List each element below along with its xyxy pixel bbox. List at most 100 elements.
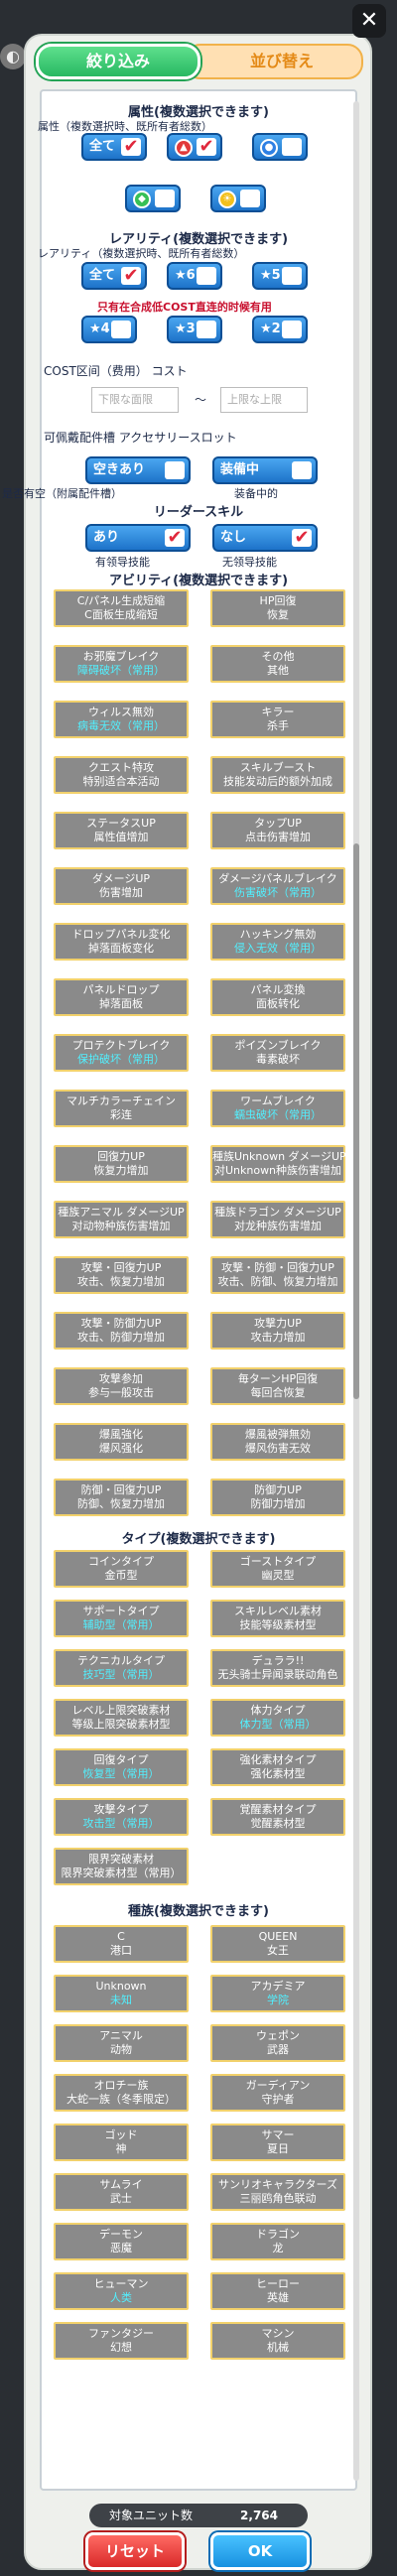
ability-chip[interactable]: 種族ドラゴン ダメージUP 对龙种族伤害增加 [210,1201,345,1238]
type-chip[interactable]: コインタイプ 金币型 [54,1550,189,1588]
ability-chip[interactable]: ドロップパネル変化 掉落面板变化 [54,923,189,961]
cost-min-field[interactable]: 下限な面限 [91,387,179,413]
rarity-5-checkbox[interactable]: ★5 [252,262,308,290]
attr-water-checkbox[interactable]: ● [252,133,308,161]
race-chip[interactable]: サマー 夏日 [210,2124,345,2161]
scrollbar-thumb[interactable] [353,843,359,1399]
rarity-4-checkbox[interactable]: ★4 [81,316,137,343]
ability-chip[interactable]: パネルドロップ 掉落面板 [54,978,189,1016]
type-chip[interactable]: 覚醒素材タイプ 觉醒素材型 [210,1798,345,1836]
race-chip[interactable]: ヒューマン 人类 [54,2272,189,2310]
type-chip[interactable]: レベル上限突破素材 等级上限突破素材型 [54,1699,189,1737]
ability-chip[interactable]: お邪魔ブレイク 障碍破坏（常用） [54,645,189,683]
race-chip[interactable]: ファンタジー 幻想 [54,2322,189,2360]
ability-chip[interactable]: タップUP 点击伤害增加 [210,812,345,849]
ability-chip[interactable]: ウィルス無効 病毒无效（常用） [54,701,189,738]
ability-chip[interactable]: 種族アニマル ダメージUP 对动物种族伤害增加 [54,1201,189,1238]
type-chip[interactable]: 強化素材タイプ 强化素材型 [210,1748,345,1786]
tab-filter[interactable]: 絞り込み [36,44,200,79]
race-chip[interactable]: QUEEN 女王 [210,1925,345,1963]
ability-chip[interactable]: キラー 杀手 [210,701,345,738]
ok-button[interactable]: OK [210,2532,310,2570]
leader-no-label: なし [220,530,247,545]
accessory-free-checkbox[interactable]: 空きあり [85,456,191,484]
ability-chip[interactable]: ダメージパネルブレイク 伤害破坏（常用） [210,867,345,905]
type-chip[interactable]: テクニカルタイプ 技巧型（常用） [54,1649,189,1687]
ability-chip[interactable]: 爆風強化 爆风强化 [54,1423,189,1461]
ability-chip[interactable]: 防御力UP 防御力增加 [210,1479,345,1516]
race-chip[interactable]: ウェポン 武器 [210,2024,345,2062]
reset-button[interactable]: リセット [85,2532,185,2570]
ability-chip[interactable]: ダメージUP 伤害增加 [54,867,189,905]
cost-max-field[interactable]: 上限な上限 [220,387,308,413]
ability-chip[interactable]: 攻撃参加 参与一般攻击 [54,1367,189,1405]
race-chip[interactable]: ゴッド神 [54,2124,189,2161]
ability-chip[interactable]: パネル変換 面板转化 [210,978,345,1016]
race-chip[interactable]: アカデミア 学院 [210,1975,345,2012]
ability-chip[interactable]: 毎ターンHP回復 每回合恢复 [210,1367,345,1405]
ability-chip[interactable]: 攻撃・防御・回復力UP 攻击、防御、恢复力增加 [210,1256,345,1294]
race-chip[interactable]: マシン 机械 [210,2322,345,2360]
leader-yes-label: あり [93,530,120,545]
rarity-6-checkbox[interactable]: ★6 [167,262,222,290]
type-chip[interactable]: スキルレベル素材 技能等级素材型 [210,1600,345,1637]
attr-all-checkbox[interactable]: 全て ✔ [81,133,147,161]
race-chip[interactable]: ヒーロー 英雄 [210,2272,345,2310]
type-chip[interactable]: 限界突破素材 限界突破素材型（常用） [54,1848,189,1885]
race-chip[interactable]: C 港口 [54,1925,189,1963]
ability-chip[interactable]: ポイズンブレイク 毒素破坏 [210,1034,345,1072]
leader-no-checkbox[interactable]: なし ✔ [212,524,318,552]
chip-title: プロテクトブレイク [71,1039,171,1052]
ability-chip[interactable]: マルチカラーチェイン 彩连 [54,1090,189,1127]
accessory-sub-left: 是否有空（附属配件槽） [2,487,122,500]
chip-title: タップUP [254,817,302,830]
attr-wind-checkbox[interactable]: ◆ [125,185,181,212]
ability-chip[interactable]: 攻撃力UP 攻击力增加 [210,1312,345,1350]
type-chip[interactable]: デュララ!! 无头骑士异闻录联动角色 [210,1649,345,1687]
race-chip[interactable]: オロチー族 大蛇一族（冬季限定） [54,2074,189,2112]
rarity-3-checkbox[interactable]: ★3 [167,316,222,343]
attr-fire-checkbox[interactable]: ▲ ✔ [167,133,222,161]
type-chip[interactable]: サポートタイプ 辅助型（常用） [54,1600,189,1637]
ability-chip[interactable]: 攻撃・防御力UP 攻击、防御力增加 [54,1312,189,1350]
race-chip[interactable]: ガーディアン 守护者 [210,2074,345,2112]
close-button[interactable]: ✕ [352,4,386,38]
ability-chip[interactable]: その他 其他 [210,645,345,683]
ability-chip[interactable]: ワームブレイク 蠕虫破坏（常用） [210,1090,345,1127]
ability-chip[interactable]: ステータスUP 属性值增加 [54,812,189,849]
chip-title: 爆風強化 [99,1428,143,1441]
race-chip[interactable]: デーモン 恶魔 [54,2223,189,2260]
ability-chip[interactable]: 爆風被弾無効 爆风伤害无效 [210,1423,345,1461]
ability-chip[interactable]: 回復力UP 恢复力增加 [54,1145,189,1183]
empty-box-icon [111,321,131,338]
chip-title: パネルドロップ [82,983,160,996]
attr-light-checkbox[interactable]: ☀ [210,185,266,212]
rarity-all-checkbox[interactable]: 全て ✔ [81,262,147,290]
ability-chip[interactable]: 種族Unknown ダメージUP 对Unknown种族伤害增加 [210,1145,346,1183]
ability-chip[interactable]: クエスト特攻 特别适合本活动 [54,756,189,794]
chip-title: アニマル [99,2029,143,2042]
tab-sort[interactable]: 並び替え [185,44,363,79]
type-chip[interactable]: 攻撃タイプ 攻击型（常用） [54,1798,189,1836]
race-chip[interactable]: アニマル 动物 [54,2024,189,2062]
empty-box-icon [197,267,216,285]
race-chip[interactable]: サンリオキャラクターズ 三丽鸥角色联动 [210,2173,345,2211]
race-chip[interactable]: サムライ 武士 [54,2173,189,2211]
type-chip[interactable]: 回復タイプ 恢复型（常用） [54,1748,189,1786]
ability-chip[interactable]: 防御・回復力UP 防御、恢复力增加 [54,1479,189,1516]
accessory-equipped-checkbox[interactable]: 装備中 [212,456,318,484]
ability-chip[interactable]: ハッキング無効 侵入无效（常用） [210,923,345,961]
ability-chip[interactable]: プロテクトブレイク 保护破坏（常用） [54,1034,189,1072]
type-chip[interactable]: 体力タイプ 体力型（常用） [210,1699,345,1737]
race-chip[interactable]: Unknown 未知 [54,1975,189,2012]
race-chip[interactable]: ドラゴン龙 [210,2223,345,2260]
rarity-2-checkbox[interactable]: ★2 [252,316,308,343]
ability-chip[interactable]: HP回復 恢复 [210,589,345,627]
ability-chip[interactable]: C/パネル生成短縮 C面板生成缩短 [54,589,189,627]
type-chip[interactable]: ゴーストタイプ 幽灵型 [210,1550,345,1588]
ability-chip[interactable]: スキルブースト 技能发动后的额外加成 [210,756,345,794]
leader-yes-checkbox[interactable]: あり ✔ [85,524,191,552]
wind-icon: ◆ [133,191,151,208]
ability-chip[interactable]: 攻撃・回復力UP 攻击、恢复力增加 [54,1256,189,1294]
chip-title: 回復力UP [97,1150,145,1163]
